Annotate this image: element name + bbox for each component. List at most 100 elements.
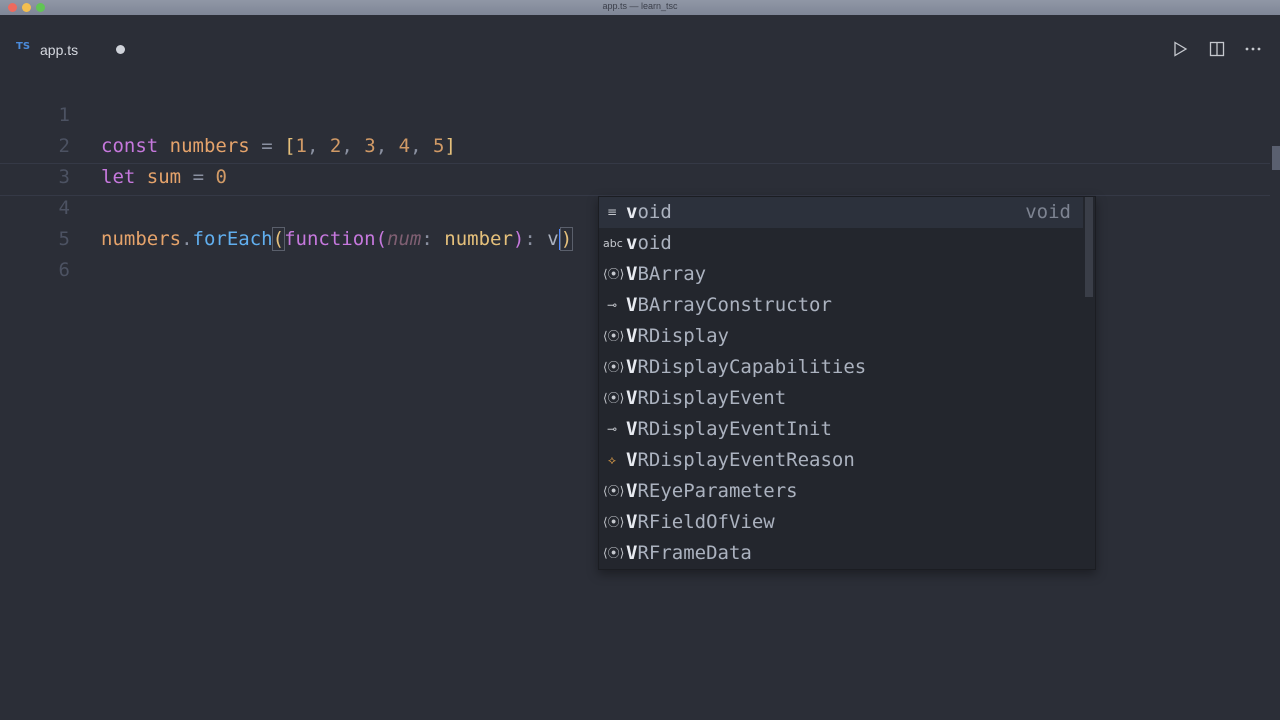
comma: , bbox=[375, 135, 388, 157]
code-line-6[interactable]: 6 bbox=[0, 224, 70, 281]
unsaved-dot-icon[interactable] bbox=[116, 45, 125, 54]
bracket: ( bbox=[375, 228, 388, 250]
suggestion-item[interactable]: ⟨⦿⟩ VRDisplay bbox=[599, 321, 1083, 352]
suggestion-label: VRDisplayEventReason bbox=[626, 445, 855, 476]
method-name: forEach bbox=[192, 228, 273, 250]
suggestion-item[interactable]: ⟡ VRDisplayEventReason bbox=[599, 445, 1083, 476]
suggestion-rest: RDisplay bbox=[637, 325, 729, 347]
suggestion-match: V bbox=[626, 263, 638, 285]
colon: : bbox=[421, 228, 433, 250]
bracket: ) bbox=[559, 227, 574, 251]
colon: : bbox=[524, 228, 536, 250]
dot: . bbox=[181, 228, 193, 250]
suggest-widget[interactable]: ≡ void void abc void ⟨⦿⟩ VBArray ⊸ VBArrayConstr… bbox=[598, 196, 1096, 570]
tab-bar: TS app.ts bbox=[0, 15, 1280, 67]
suggestion-item[interactable]: ⊸ VRDisplayEventInit bbox=[599, 414, 1083, 445]
suggestion-label: VRDisplayEventInit bbox=[626, 414, 832, 445]
suggestion-item[interactable]: ⊸ VBArrayConstructor bbox=[599, 290, 1083, 321]
overview-ruler-marker[interactable] bbox=[1272, 146, 1280, 170]
split-editor-icon[interactable] bbox=[1209, 41, 1225, 62]
keyword: function bbox=[284, 228, 376, 250]
interface-icon: ⊸ bbox=[606, 422, 618, 436]
suggestion-rest: BArrayConstructor bbox=[637, 294, 832, 316]
operator: = bbox=[261, 135, 273, 157]
suggestion-label: VBArrayConstructor bbox=[626, 290, 832, 321]
suggestion-match: V bbox=[626, 511, 638, 533]
operator: = bbox=[192, 166, 205, 188]
number-literal: 0 bbox=[215, 166, 227, 188]
number-literal: 5 bbox=[432, 135, 445, 157]
enum-icon: ⟡ bbox=[608, 453, 616, 467]
typed-text: v bbox=[547, 228, 559, 250]
identifier: sum bbox=[146, 166, 182, 188]
suggestion-label: VREyeParameters bbox=[626, 476, 798, 507]
more-icon[interactable] bbox=[1244, 42, 1262, 61]
suggestion-item[interactable]: ⟨⦿⟩ VREyeParameters bbox=[599, 476, 1083, 507]
suggest-scrollbar[interactable] bbox=[1085, 197, 1093, 297]
number-literal: 2 bbox=[329, 135, 342, 157]
suggestion-label: VRFrameData bbox=[626, 538, 752, 569]
suggestion-match: V bbox=[626, 387, 638, 409]
suggestion-item[interactable]: ≡ void void bbox=[599, 197, 1083, 228]
variable-icon: ⟨⦿⟩ bbox=[603, 267, 625, 281]
suggestion-rest: RDisplayCapabilities bbox=[637, 356, 867, 378]
suggestion-match: v bbox=[626, 201, 638, 223]
play-icon[interactable] bbox=[1172, 41, 1188, 62]
suggestion-rest: RDisplayEventInit bbox=[637, 418, 832, 440]
suggestion-label: VRDisplay bbox=[626, 321, 729, 352]
suggestion-match: V bbox=[626, 294, 638, 316]
suggestion-match: V bbox=[626, 356, 638, 378]
suggestion-item[interactable]: ⟨⦿⟩ VRDisplayEvent bbox=[599, 383, 1083, 414]
suggestion-item[interactable]: ⟨⦿⟩ VRDisplayCapabilities bbox=[599, 352, 1083, 383]
identifier: numbers bbox=[101, 228, 182, 250]
interface-icon: ⊸ bbox=[606, 298, 618, 312]
type-name: number bbox=[444, 228, 513, 250]
number-literal: 4 bbox=[398, 135, 411, 157]
code-line-2[interactable]: 2 let sum = 0 bbox=[0, 100, 227, 188]
suggestion-label: void bbox=[626, 197, 672, 228]
suggestion-match: V bbox=[626, 542, 638, 564]
suggestion-detail: void bbox=[1025, 201, 1071, 223]
comma: , bbox=[307, 135, 319, 157]
bracket: ( bbox=[271, 227, 286, 251]
tab-app-ts[interactable]: TS app.ts bbox=[0, 15, 144, 67]
variable-icon: ⟨⦿⟩ bbox=[603, 546, 625, 560]
comma: , bbox=[410, 135, 422, 157]
suggestion-label: VRDisplayEvent bbox=[626, 383, 786, 414]
bracket: ] bbox=[444, 135, 456, 157]
code-line-3[interactable]: 3 bbox=[0, 131, 70, 188]
code-line-5[interactable]: 5 bbox=[0, 193, 70, 250]
variable-icon: ⟨⦿⟩ bbox=[603, 484, 625, 498]
code-line-1[interactable]: 1 const numbers = [1, 2, 3, 4, 5] bbox=[0, 69, 456, 157]
window-title: app.ts — learn_tsc bbox=[602, 1, 678, 11]
suggestion-match: V bbox=[626, 449, 638, 471]
keyword-icon: ≡ bbox=[606, 205, 618, 219]
suggestion-rest: oid bbox=[637, 201, 672, 223]
suggestion-match: v bbox=[626, 232, 638, 254]
suggestion-match: V bbox=[626, 418, 638, 440]
code-line-4[interactable]: 4 numbers.forEach(function(num: number):… bbox=[0, 162, 574, 251]
bracket: [ bbox=[284, 135, 296, 157]
suggestion-rest: REyeParameters bbox=[637, 480, 798, 502]
line-number: 6 bbox=[58, 259, 70, 281]
suggestion-item[interactable]: ⟨⦿⟩ VRFieldOfView bbox=[599, 507, 1083, 538]
suggestion-item[interactable]: ⟨⦿⟩ VBArray bbox=[599, 259, 1083, 290]
variable-icon: ⟨⦿⟩ bbox=[603, 391, 625, 405]
variable-icon: ⟨⦿⟩ bbox=[603, 329, 625, 343]
keyword: let bbox=[101, 166, 136, 188]
bracket: ) bbox=[512, 228, 525, 250]
typescript-icon: TS bbox=[16, 41, 31, 52]
suggestion-item[interactable]: abc void bbox=[599, 228, 1083, 259]
suggestion-rest: RFrameData bbox=[637, 542, 752, 564]
parameter: num bbox=[387, 228, 422, 250]
suggestion-label: VBArray bbox=[626, 259, 706, 290]
text-icon: abc bbox=[603, 237, 623, 250]
suggestion-label: void bbox=[626, 228, 672, 259]
keyword: const bbox=[101, 135, 159, 157]
suggestion-rest: RFieldOfView bbox=[637, 511, 775, 533]
comma: , bbox=[341, 135, 353, 157]
tab-label: app.ts bbox=[40, 42, 79, 58]
number-literal: 1 bbox=[295, 135, 307, 157]
suggestion-item[interactable]: ⟨⦿⟩ VRFrameData bbox=[599, 538, 1083, 569]
title-bar: app.ts — learn_tsc bbox=[0, 0, 1280, 15]
